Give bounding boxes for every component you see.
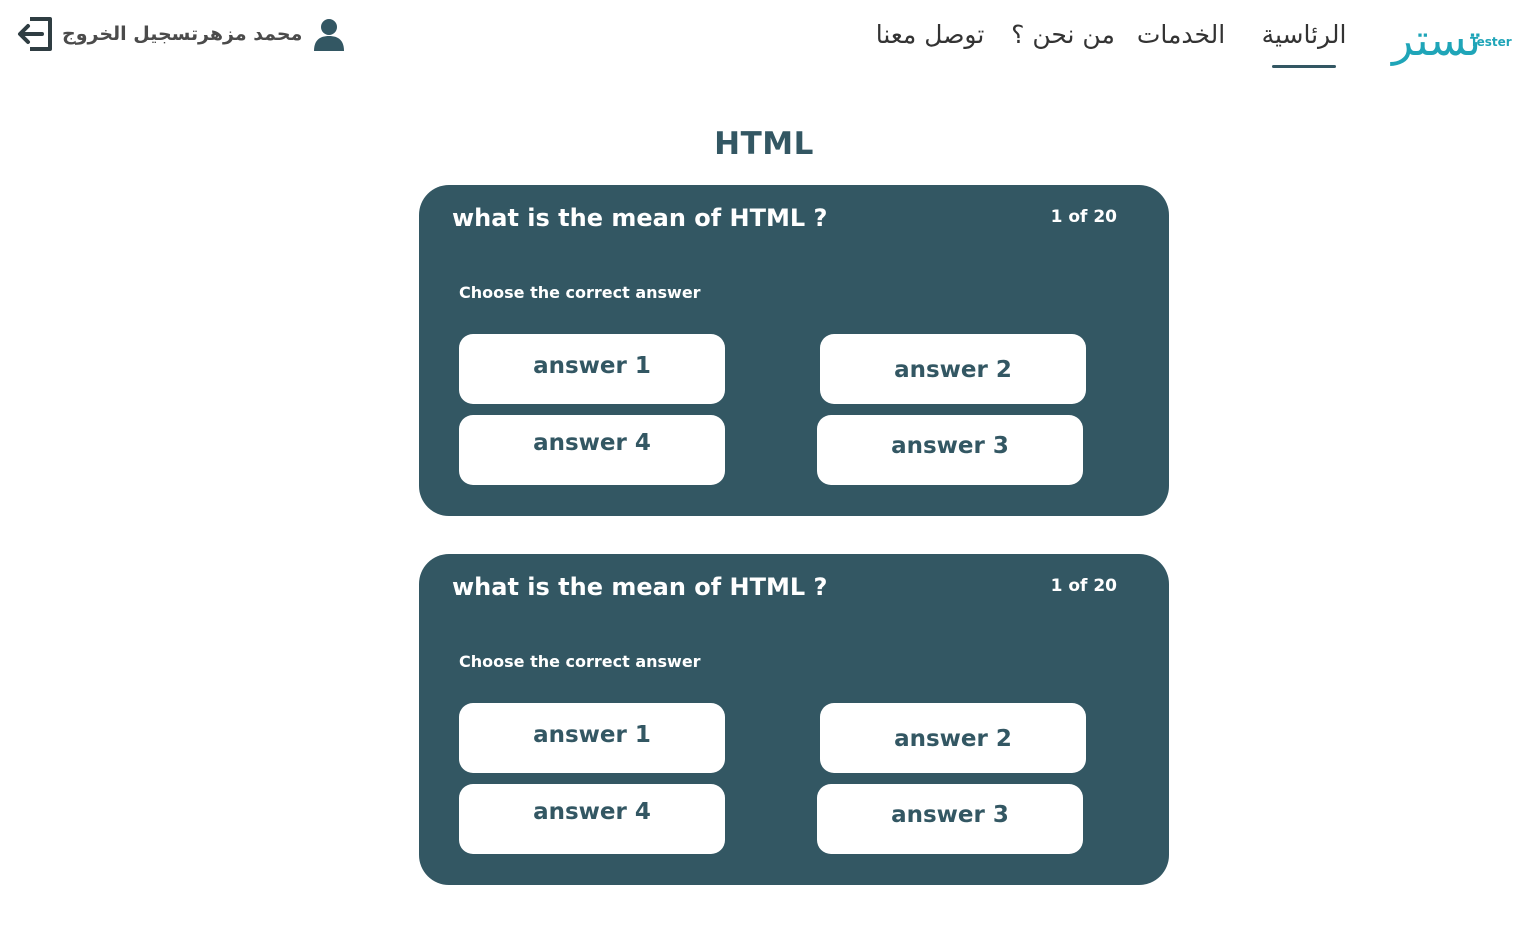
user-profile[interactable]: محمد مزهر <box>198 14 346 54</box>
answer-option-3[interactable]: answer 3 <box>817 415 1083 485</box>
logo-english: Tester <box>1470 35 1512 49</box>
question-text: what is the mean of HTML ? <box>452 573 828 601</box>
answer-option-2[interactable]: answer 2 <box>820 334 1086 404</box>
logo[interactable]: تستر Tester <box>1392 10 1526 64</box>
answer-option-4[interactable]: answer 4 <box>459 784 725 854</box>
nav-home[interactable]: الرئاسية <box>1254 14 1354 54</box>
quiz-card: what is the mean of HTML ? 1 of 20 Choos… <box>419 185 1169 516</box>
nav-contact[interactable]: توصل معنا <box>868 14 992 54</box>
page-title: HTML <box>714 126 814 162</box>
answer-option-1[interactable]: answer 1 <box>459 334 725 404</box>
logout-button[interactable]: تسجيل الخروج <box>16 14 198 54</box>
nav-about[interactable]: من نحن ؟ <box>1008 14 1118 54</box>
answer-option-1[interactable]: answer 1 <box>459 703 725 773</box>
logout-icon <box>18 17 52 51</box>
answer-option-3[interactable]: answer 3 <box>817 784 1083 854</box>
instruction-text: Choose the correct answer <box>459 283 701 302</box>
nav-services[interactable]: الخدمات <box>1132 14 1230 54</box>
nav-active-indicator <box>1272 65 1336 68</box>
quiz-card: what is the mean of HTML ? 1 of 20 Choos… <box>419 554 1169 885</box>
answer-option-4[interactable]: answer 4 <box>459 415 725 485</box>
instruction-text: Choose the correct answer <box>459 652 701 671</box>
logo-arabic: تستر <box>1392 15 1483 66</box>
question-counter: 1 of 20 <box>1050 207 1117 227</box>
logout-label: تسجيل الخروج <box>62 23 199 45</box>
user-name: محمد مزهر <box>198 23 303 45</box>
question-counter: 1 of 20 <box>1050 576 1117 596</box>
question-text: what is the mean of HTML ? <box>452 204 828 232</box>
user-avatar-icon <box>314 19 345 51</box>
answer-option-2[interactable]: answer 2 <box>820 703 1086 773</box>
